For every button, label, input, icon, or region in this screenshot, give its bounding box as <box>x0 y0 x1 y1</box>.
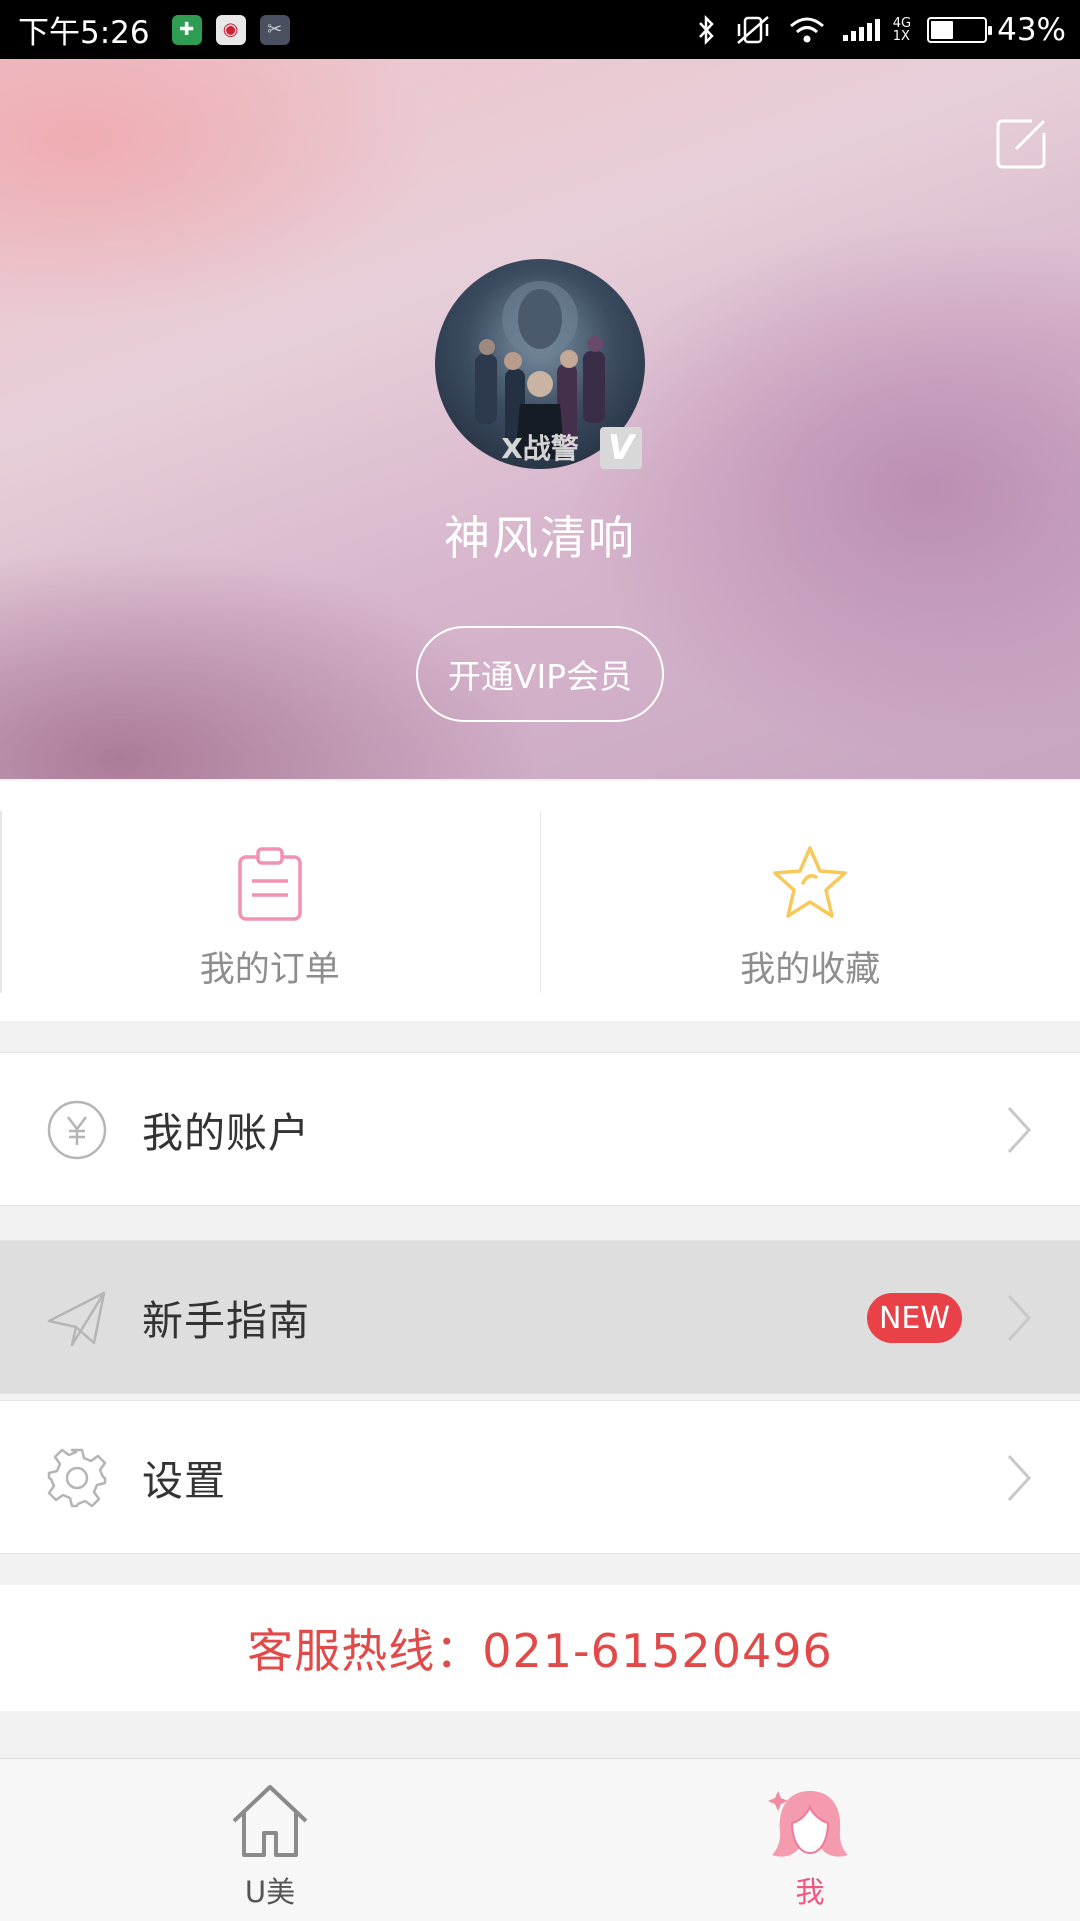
network-4g-label: 4G <box>893 17 911 30</box>
signal-icon <box>843 17 883 43</box>
network-type: 4G 1X <box>893 17 911 43</box>
profile-header: X战警 V 神风清响 开通VIP会员 <box>0 59 1080 779</box>
edit-icon <box>994 117 1048 171</box>
menu-item-label: 设置 <box>142 1447 226 1507</box>
battery-percent: 43% <box>997 12 1066 48</box>
verified-badge: V <box>600 427 642 469</box>
battery-icon <box>927 17 987 43</box>
star-icon <box>770 843 850 923</box>
menu-item-guide[interactable]: 新手指南 NEW <box>0 1240 1080 1394</box>
chevron-right-icon <box>1006 1105 1032 1155</box>
username: 神风清响 <box>0 502 1080 568</box>
open-vip-button[interactable]: 开通VIP会员 <box>416 626 664 722</box>
vibrate-off-icon <box>735 14 771 46</box>
edit-profile-button[interactable] <box>994 117 1048 171</box>
bluetooth-icon <box>695 15 717 45</box>
network-1x-label: 1X <box>893 30 911 43</box>
security-app-icon: ✚ <box>172 15 202 45</box>
menu-item-settings[interactable]: 设置 <box>0 1400 1080 1554</box>
my-orders-label: 我的订单 <box>200 941 340 992</box>
status-time: 下午5:26 <box>18 7 150 52</box>
scissors-app-icon: ✂ <box>260 15 290 45</box>
customer-service-hotline[interactable]: 客服热线：021-61520496 <box>0 1585 1080 1711</box>
status-bar: 下午5:26 ✚ ◉ ✂ 4G 1X 43% <box>0 0 1080 59</box>
menu-item-label: 我的账户 <box>142 1099 310 1159</box>
yen-icon <box>46 1099 108 1161</box>
menu-item-label: 新手指南 <box>142 1287 310 1347</box>
home-icon <box>228 1781 312 1865</box>
my-orders-button[interactable]: 我的订单 <box>0 781 540 1021</box>
tab-umei[interactable]: U美 <box>0 1759 540 1921</box>
chevron-right-icon <box>1006 1293 1032 1343</box>
tab-label: U美 <box>245 1869 295 1911</box>
paper-plane-icon <box>46 1287 108 1349</box>
bottom-nav: U美 我 <box>0 1758 1080 1921</box>
chevron-right-icon <box>1006 1453 1032 1503</box>
wifi-icon <box>789 16 825 44</box>
quick-actions: 我的订单 我的收藏 <box>0 781 1080 1021</box>
menu-item-account[interactable]: 我的账户 <box>0 1052 1080 1206</box>
clipboard-icon <box>230 843 310 923</box>
tab-me[interactable]: 我 <box>540 1759 1080 1921</box>
girl-avatar-icon <box>768 1781 852 1865</box>
divider <box>0 811 2 993</box>
browser-app-icon: ◉ <box>216 15 246 45</box>
my-favorites-button[interactable]: 我的收藏 <box>541 781 1080 1021</box>
my-favorites-label: 我的收藏 <box>740 941 880 992</box>
tab-label: 我 <box>795 1869 824 1911</box>
gear-icon <box>46 1447 108 1509</box>
new-badge: NEW <box>867 1293 962 1343</box>
